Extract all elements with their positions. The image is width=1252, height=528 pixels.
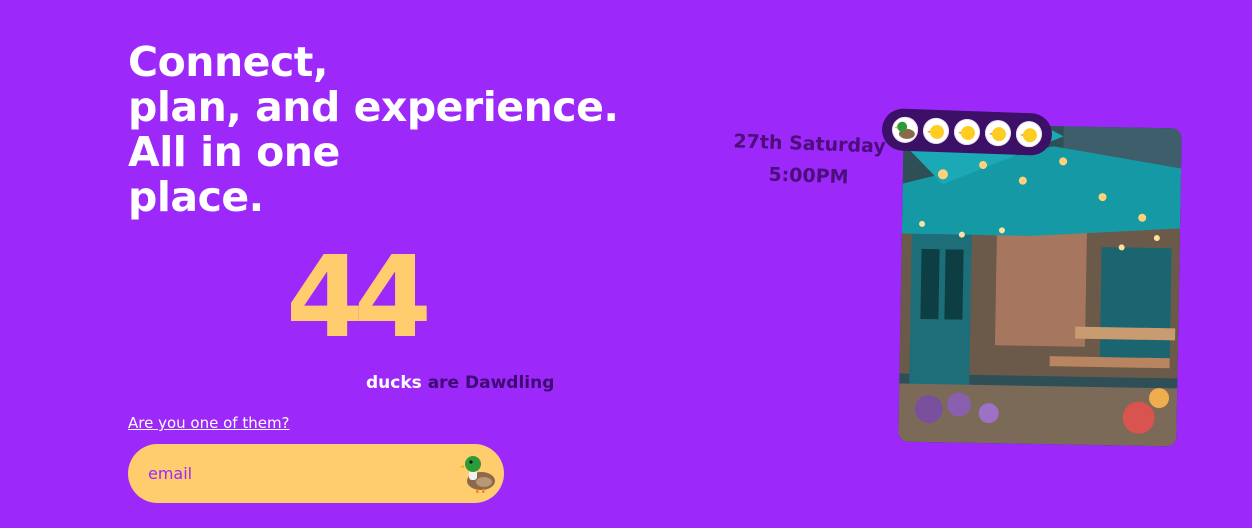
mallard-duck-icon [459, 456, 495, 493]
submit-duck-button[interactable] [459, 452, 500, 494]
baby-chick-icon [1015, 120, 1043, 148]
duck-count: 44 [286, 233, 432, 363]
join-question-link[interactable]: Are you one of them? [128, 413, 290, 433]
count-caption: ducks are Dawdling [366, 372, 554, 394]
headline-line-4: place. [128, 173, 264, 221]
email-input[interactable] [128, 444, 448, 503]
baby-chick-icon [953, 118, 981, 146]
event-date: 27th Saturday [733, 130, 887, 158]
baby-chick-icon [922, 117, 950, 145]
headline-line-3: All in one [128, 128, 340, 176]
event-datetime: 27th Saturday 5:00PM [713, 125, 905, 196]
count-caption-noun: ducks [366, 373, 422, 393]
restaurant-patio-photo [898, 123, 1182, 447]
email-signup-form [128, 444, 504, 503]
headline-line-1: Connect, [128, 38, 328, 86]
baby-chick-icon [984, 119, 1012, 147]
count-caption-verb: are Dawdling [427, 373, 555, 393]
event-time: 5:00PM [768, 163, 849, 189]
mallard-duck-icon [891, 116, 919, 144]
headline-line-2: plan, and experience. [128, 83, 619, 131]
event-photo-card[interactable] [898, 123, 1182, 447]
hero-headline: Connect, plan, and experience. All in on… [128, 40, 648, 220]
attendee-avatars[interactable] [881, 108, 1053, 156]
